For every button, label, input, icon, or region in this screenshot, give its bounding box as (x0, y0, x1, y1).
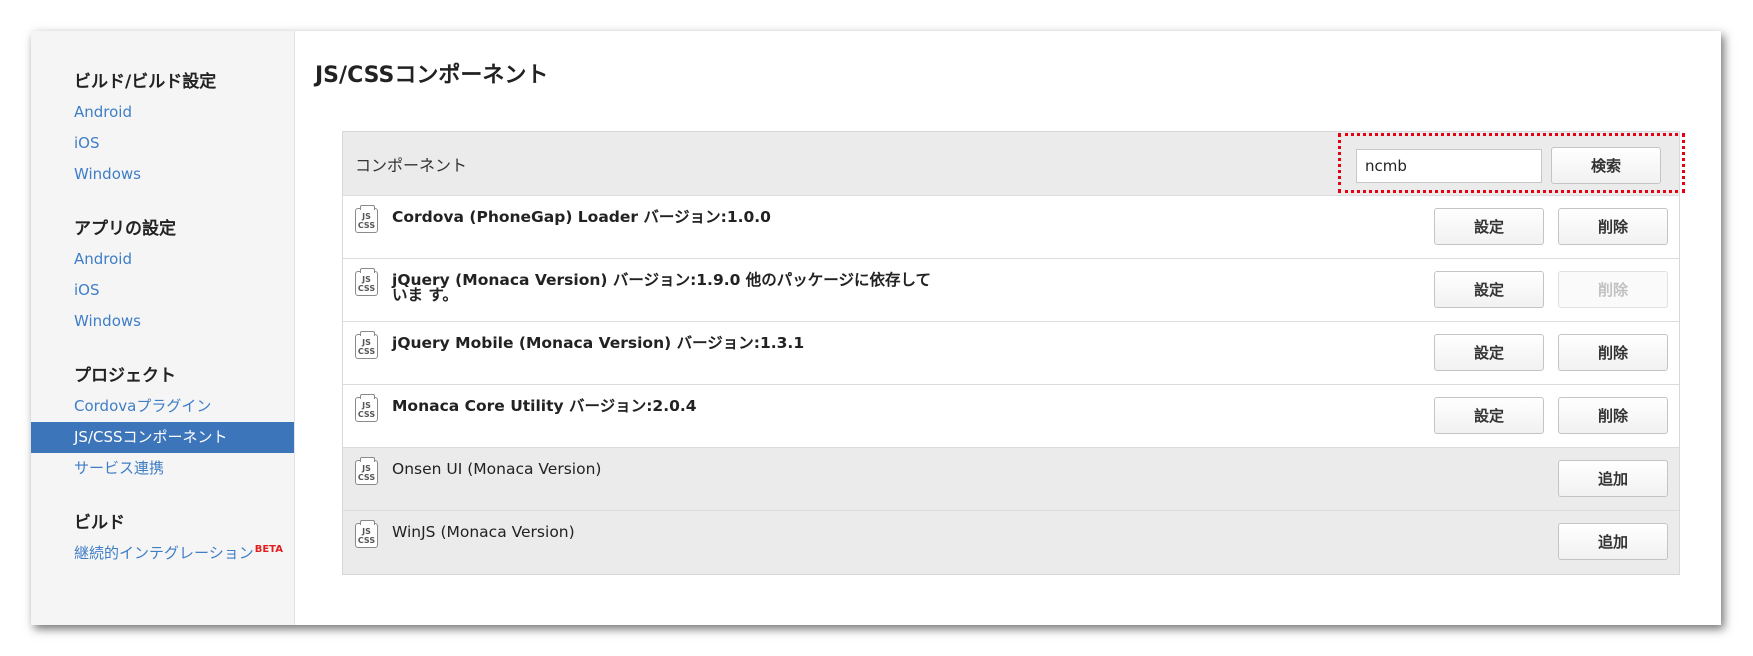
table-row: JS CSS jQuery (Monaca Version) バージョン:1.9… (343, 259, 1679, 322)
search-highlight: 検索 (1338, 133, 1685, 193)
sidebar-heading: プロジェクト (74, 366, 176, 386)
table-row: JS CSS Cordova (PhoneGap) Loader バージョン:1… (343, 196, 1679, 259)
row-actions: 設定 削除 (1434, 334, 1668, 371)
table-header: コンポーネント 検索 (343, 132, 1685, 196)
sidebar-item-app-ios[interactable]: iOS (31, 275, 294, 306)
table-row: JS CSS Onsen UI (Monaca Version) 追加 (343, 448, 1679, 511)
settings-button[interactable]: 設定 (1434, 271, 1544, 308)
js-css-icon: JS CSS (355, 205, 378, 233)
delete-button[interactable]: 削除 (1558, 334, 1668, 371)
js-css-icon: JS CSS (355, 331, 378, 359)
settings-button[interactable]: 設定 (1434, 334, 1544, 371)
main-content: JS/CSSコンポーネント コンポーネント 検索 JS CSS Cordova … (295, 31, 1721, 625)
component-name: Cordova (PhoneGap) Loader バージョン:1.0.0 (392, 208, 771, 226)
component-name: WinJS (Monaca Version) (392, 523, 575, 541)
sidebar-item-label: 継続的インテグレーション (74, 544, 254, 562)
sidebar-heading: ビルド/ビルド設定 (74, 72, 217, 92)
sidebar-heading: ビルド (74, 513, 125, 533)
sidebar-item-app-android[interactable]: Android (31, 244, 294, 275)
row-actions: 設定 削除 (1434, 208, 1668, 245)
sidebar-item-build-ios[interactable]: iOS (31, 128, 294, 159)
sidebar-section-project: プロジェクト Cordovaプラグイン JS/CSSコンポーネント サービス連携 (31, 363, 294, 484)
js-css-icon: JS CSS (355, 520, 378, 548)
row-actions: 設定 削除 (1434, 397, 1668, 434)
sidebar-item-service-integration[interactable]: サービス連携 (31, 453, 294, 484)
app-window: ビルド/ビルド設定 Android iOS Windows アプリの設定 And… (31, 31, 1721, 625)
js-css-icon: JS CSS (355, 394, 378, 422)
row-actions: 設定 削除 (1434, 271, 1668, 308)
js-css-icon: JS CSS (355, 268, 378, 296)
sidebar-section-app-settings: アプリの設定 Android iOS Windows (31, 216, 294, 337)
table-row: JS CSS WinJS (Monaca Version) 追加 (343, 511, 1679, 574)
sidebar-section-build: ビルド 継続的インテグレーションBETA (31, 510, 294, 569)
delete-button[interactable]: 削除 (1558, 397, 1668, 434)
component-name: jQuery (Monaca Version) バージョン:1.9.0 他のパッ… (392, 271, 932, 304)
search-input[interactable] (1356, 149, 1542, 183)
settings-button[interactable]: 設定 (1434, 208, 1544, 245)
sidebar-item-app-windows[interactable]: Windows (31, 306, 294, 337)
sidebar-item-continuous-integration[interactable]: 継続的インテグレーションBETA (31, 538, 294, 569)
delete-button[interactable]: 削除 (1558, 208, 1668, 245)
table-row: JS CSS Monaca Core Utility バージョン:2.0.4 設… (343, 385, 1679, 448)
row-actions: 追加 (1558, 523, 1668, 560)
sidebar-heading: アプリの設定 (74, 219, 176, 239)
row-actions: 追加 (1558, 460, 1668, 497)
page-title: JS/CSSコンポーネント (315, 63, 549, 88)
component-name: Onsen UI (Monaca Version) (392, 460, 602, 478)
add-button[interactable]: 追加 (1558, 460, 1668, 497)
js-css-icon: JS CSS (355, 457, 378, 485)
search-button[interactable]: 検索 (1551, 147, 1661, 184)
component-name: Monaca Core Utility バージョン:2.0.4 (392, 397, 697, 415)
component-name: jQuery Mobile (Monaca Version) バージョン:1.3… (392, 334, 805, 352)
sidebar-item-cordova-plugins[interactable]: Cordovaプラグイン (31, 391, 294, 422)
components-table: コンポーネント 検索 JS CSS Cordova (PhoneGap) Loa… (342, 131, 1685, 575)
sidebar: ビルド/ビルド設定 Android iOS Windows アプリの設定 And… (31, 31, 295, 625)
sidebar-item-build-windows[interactable]: Windows (31, 159, 294, 190)
beta-badge: BETA (254, 544, 283, 555)
delete-button-disabled: 削除 (1558, 271, 1668, 308)
sidebar-section-build-settings: ビルド/ビルド設定 Android iOS Windows (31, 69, 294, 190)
table-row: JS CSS jQuery Mobile (Monaca Version) バー… (343, 322, 1679, 385)
sidebar-item-js-css-components[interactable]: JS/CSSコンポーネント (31, 422, 294, 453)
settings-button[interactable]: 設定 (1434, 397, 1544, 434)
sidebar-item-build-android[interactable]: Android (31, 97, 294, 128)
add-button[interactable]: 追加 (1558, 523, 1668, 560)
